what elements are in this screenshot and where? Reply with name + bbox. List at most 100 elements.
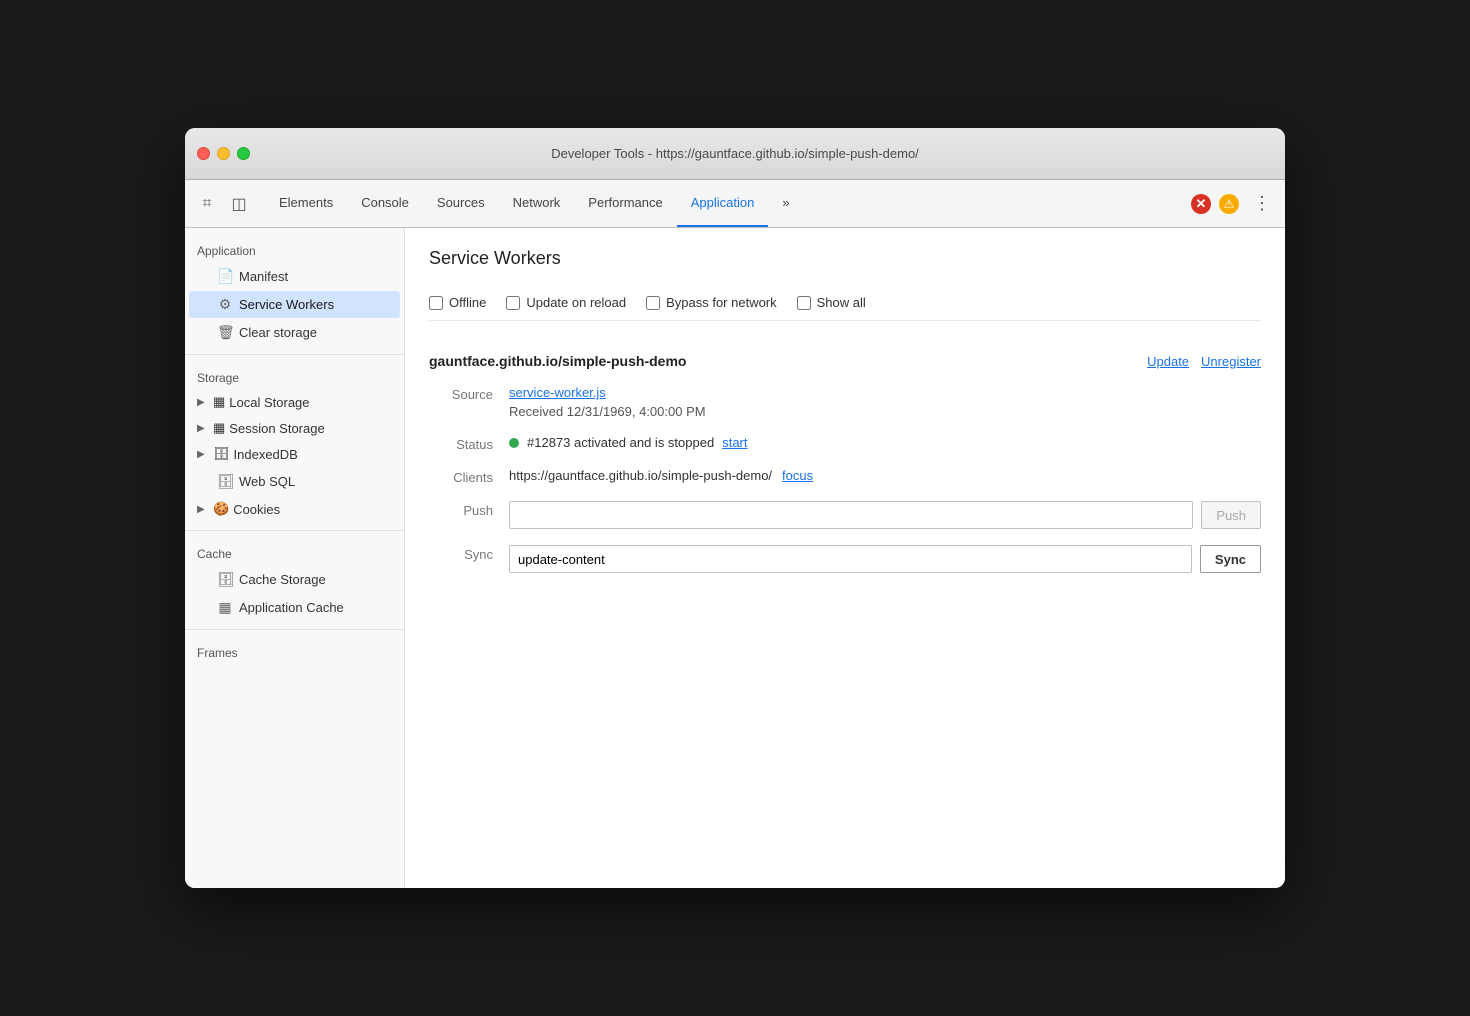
cookies-icon: 🍪 (213, 501, 229, 517)
arrow-right-icon: ▶ (197, 397, 209, 408)
show-all-checkbox[interactable] (797, 296, 811, 310)
source-file-link[interactable]: service-worker.js (509, 385, 606, 400)
source-label: Source (429, 385, 509, 402)
sidebar-item-service-workers-label: Service Workers (239, 297, 334, 312)
sidebar-item-cache-storage-label: Cache Storage (239, 572, 326, 587)
arrow-right-icon-2: ▶ (197, 423, 209, 434)
local-storage-icon: ▦ (213, 394, 225, 410)
sidebar-item-local-storage[interactable]: ▶ ▦ Local Storage (185, 389, 404, 415)
indexeddb-icon: 🗄 (213, 446, 230, 462)
push-button[interactable]: Push (1201, 501, 1261, 529)
sidebar-divider-3 (185, 629, 404, 630)
sidebar-item-manifest[interactable]: 📄 Manifest (189, 263, 400, 290)
sidebar-item-service-workers[interactable]: ⚙ Service Workers (189, 291, 400, 318)
sync-input[interactable] (509, 545, 1192, 573)
warning-badge[interactable]: ⚠ (1219, 194, 1239, 214)
web-sql-icon: 🗄 (217, 473, 233, 490)
bypass-for-network-checkbox-label[interactable]: Bypass for network (646, 295, 777, 310)
offline-label: Offline (449, 295, 486, 310)
sidebar-item-session-storage[interactable]: ▶ ▦ Session Storage (185, 415, 404, 441)
panel-title: Service Workers (429, 248, 1261, 269)
sidebar-item-indexeddb[interactable]: ▶ 🗄 IndexedDB (185, 441, 404, 467)
sidebar-item-cookies-label: Cookies (233, 502, 280, 517)
sidebar-item-local-storage-label: Local Storage (229, 395, 309, 410)
update-on-reload-checkbox[interactable] (506, 296, 520, 310)
status-text: #12873 activated and is stopped (527, 435, 714, 450)
status-indicator: #12873 activated and is stopped start (509, 435, 1261, 450)
sidebar-item-manifest-label: Manifest (239, 269, 288, 284)
close-button[interactable] (197, 147, 210, 160)
sync-label: Sync (429, 545, 509, 562)
sync-value: Sync (509, 545, 1261, 573)
sw-domain-text: gauntface.github.io/simple-push-demo (429, 353, 686, 369)
arrow-right-icon-3: ▶ (197, 449, 209, 460)
update-on-reload-label: Update on reload (526, 295, 626, 310)
start-link[interactable]: start (722, 435, 747, 450)
bypass-for-network-checkbox[interactable] (646, 296, 660, 310)
tab-more[interactable]: » (768, 180, 803, 227)
error-badge[interactable]: ✕ (1191, 194, 1211, 214)
sidebar-item-indexeddb-label: IndexedDB (234, 447, 298, 462)
traffic-lights (197, 147, 250, 160)
clients-row: https://gauntface.github.io/simple-push-… (509, 468, 1261, 483)
tab-elements[interactable]: Elements (265, 180, 347, 227)
tab-application[interactable]: Application (677, 180, 769, 227)
focus-link[interactable]: focus (782, 468, 813, 483)
sync-button[interactable]: Sync (1200, 545, 1261, 573)
sidebar-item-application-cache[interactable]: ▦ Application Cache (189, 594, 400, 621)
cursor-icon: ⌗ (202, 195, 211, 213)
sidebar-item-session-storage-label: Session Storage (229, 421, 324, 436)
clients-label: Clients (429, 468, 509, 485)
offline-checkbox-label[interactable]: Offline (429, 295, 486, 310)
tab-network[interactable]: Network (499, 180, 575, 227)
sw-domain-row: gauntface.github.io/simple-push-demo Upd… (429, 353, 1261, 369)
sidebar-frames-section: Frames (185, 638, 404, 664)
sidebar-cache-section: Cache (185, 539, 404, 565)
bypass-for-network-label: Bypass for network (666, 295, 777, 310)
sw-fields: Source service-worker.js Received 12/31/… (429, 385, 1261, 573)
received-text: Received 12/31/1969, 4:00:00 PM (509, 404, 1261, 419)
push-label: Push (429, 501, 509, 518)
inspect-icon-btn[interactable]: ◫ (225, 190, 253, 218)
push-input[interactable] (509, 501, 1193, 529)
cursor-icon-btn[interactable]: ⌗ (193, 190, 221, 218)
toolbar-right: ✕ ⚠ ⋮ (1191, 193, 1277, 214)
nav-tabs: Elements Console Sources Network Perform… (265, 180, 804, 227)
sidebar-item-clear-storage[interactable]: 🗑 Clear storage (189, 319, 400, 346)
sidebar-divider-2 (185, 530, 404, 531)
sw-entry: gauntface.github.io/simple-push-demo Upd… (429, 337, 1261, 589)
titlebar: Developer Tools - https://gauntface.gith… (185, 128, 1285, 180)
minimize-button[interactable] (217, 147, 230, 160)
offline-checkbox[interactable] (429, 296, 443, 310)
devtools-toolbar: ⌗ ◫ Elements Console Sources Network Per… (185, 180, 1285, 228)
maximize-button[interactable] (237, 147, 250, 160)
sidebar-app-section: Application (185, 236, 404, 262)
tab-sources[interactable]: Sources (423, 180, 499, 227)
tab-console[interactable]: Console (347, 180, 423, 227)
panel: Service Workers Offline Update on reload… (405, 228, 1285, 888)
update-on-reload-checkbox-label[interactable]: Update on reload (506, 295, 626, 310)
trash-icon: 🗑 (217, 324, 233, 341)
session-storage-icon: ▦ (213, 420, 225, 436)
tab-performance[interactable]: Performance (574, 180, 676, 227)
source-value: service-worker.js Received 12/31/1969, 4… (509, 385, 1261, 419)
update-link[interactable]: Update (1147, 354, 1189, 369)
sidebar-item-cookies[interactable]: ▶ 🍪 Cookies (185, 496, 404, 522)
toolbar-icons: ⌗ ◫ (193, 190, 253, 218)
sidebar-storage-section: Storage (185, 363, 404, 389)
more-menu-btn[interactable]: ⋮ (1247, 193, 1277, 214)
arrow-right-icon-4: ▶ (197, 504, 209, 515)
sidebar-item-application-cache-label: Application Cache (239, 600, 344, 615)
sw-domain-actions: Update Unregister (1147, 354, 1261, 369)
sidebar-item-cache-storage[interactable]: 🗄 Cache Storage (189, 566, 400, 593)
sidebar-item-web-sql-label: Web SQL (239, 474, 295, 489)
unregister-link[interactable]: Unregister (1201, 354, 1261, 369)
clients-url: https://gauntface.github.io/simple-push-… (509, 468, 772, 483)
show-all-checkbox-label[interactable]: Show all (797, 295, 866, 310)
manifest-icon: 📄 (217, 268, 233, 285)
sidebar-item-clear-storage-label: Clear storage (239, 325, 317, 340)
status-label: Status (429, 435, 509, 452)
panel-content: Service Workers Offline Update on reload… (405, 228, 1285, 888)
show-all-label: Show all (817, 295, 866, 310)
sidebar-item-web-sql[interactable]: 🗄 Web SQL (189, 468, 400, 495)
